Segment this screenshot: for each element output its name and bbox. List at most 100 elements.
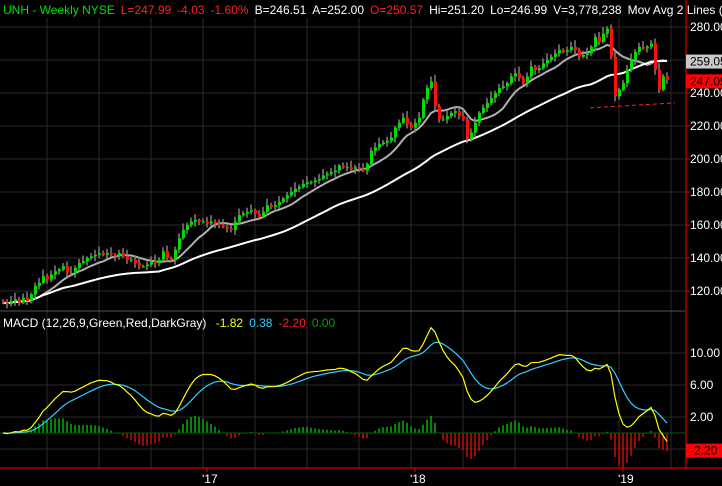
candle-up xyxy=(290,192,293,196)
candle-up xyxy=(74,267,77,273)
candle-up xyxy=(142,266,145,268)
candle-up xyxy=(242,213,245,216)
candle-up xyxy=(86,258,89,262)
candle-down xyxy=(562,50,565,52)
time-tick-label: '19 xyxy=(618,472,634,486)
candle-up xyxy=(158,259,161,263)
candle-up xyxy=(314,180,317,183)
candle-up xyxy=(634,51,637,60)
candle-up xyxy=(454,111,457,113)
candle-up xyxy=(106,253,109,255)
candle-up xyxy=(550,56,553,60)
candle-down xyxy=(138,262,141,267)
candle-up xyxy=(326,173,329,176)
candle-up xyxy=(310,182,313,184)
last-price: L=247.99 xyxy=(120,3,172,17)
candle-up xyxy=(514,73,517,77)
price-tick-label: 120.00 xyxy=(690,284,722,298)
candle-down xyxy=(342,165,345,168)
candle-down xyxy=(598,36,601,42)
candle-up xyxy=(78,262,81,268)
price-tick-label: 160.00 xyxy=(690,218,722,232)
candle-up xyxy=(298,187,301,189)
open: O=250.57 xyxy=(370,3,424,17)
candle-down xyxy=(230,228,233,230)
candle-up xyxy=(370,150,373,164)
candle-up xyxy=(58,269,61,272)
candle-down xyxy=(350,167,353,169)
candle-up xyxy=(546,60,549,64)
candle-down xyxy=(434,81,437,107)
macd-header: MACD (12,26,9,Green,Red,DarkGray) -1.82 0… xyxy=(3,316,341,330)
candle-up xyxy=(626,69,629,84)
candle-up xyxy=(82,261,85,263)
candle-up xyxy=(274,205,277,207)
time-tick-label: '17 xyxy=(202,472,218,486)
change: -4.03 xyxy=(177,3,205,17)
macd-panel xyxy=(0,326,685,468)
candle-down xyxy=(198,220,201,222)
candle-up xyxy=(150,261,153,265)
candle-up xyxy=(174,249,177,260)
candle-down xyxy=(406,117,409,125)
candle-up xyxy=(318,178,321,181)
time-tick-label: '18 xyxy=(410,472,426,486)
candle-up xyxy=(474,122,477,133)
candle-down xyxy=(126,256,129,260)
price-tick-label: 220.00 xyxy=(690,119,722,133)
candle-up xyxy=(498,88,501,93)
candle-up xyxy=(62,266,65,270)
candle-up xyxy=(482,107,485,113)
candle-up xyxy=(146,264,149,267)
candle-up xyxy=(590,46,593,54)
price-header: UNH - Weekly NYSE L=247.99 -4.03 -1.60% B=24… xyxy=(3,3,722,17)
candle-up xyxy=(478,112,481,123)
candle-up xyxy=(530,66,533,77)
bid: B=246.51 xyxy=(254,3,307,17)
candle-up xyxy=(494,93,497,98)
candle-down xyxy=(358,167,361,169)
candle-up xyxy=(414,122,417,128)
candle-down xyxy=(462,116,465,120)
candle-up xyxy=(386,140,389,143)
candle-up xyxy=(338,165,341,171)
low: Lo=246.99 xyxy=(490,3,548,17)
candle-down xyxy=(18,299,21,303)
candle-up xyxy=(286,195,289,199)
candle-up xyxy=(294,188,297,192)
candle-down xyxy=(134,259,137,263)
candle-down xyxy=(458,111,461,117)
candle-up xyxy=(506,83,509,87)
candle-down xyxy=(154,261,157,263)
candle-up xyxy=(54,271,57,275)
candle-up xyxy=(30,294,33,301)
candle-up xyxy=(638,46,641,52)
candle-down xyxy=(410,124,413,128)
candle-up xyxy=(422,99,425,118)
candle-up xyxy=(98,253,101,255)
macd-value-label: -2.20 xyxy=(690,444,718,458)
candle-up xyxy=(322,175,325,179)
candle-up xyxy=(250,210,253,212)
candle-down xyxy=(578,50,581,57)
candle-down xyxy=(654,43,657,70)
price-tick-label: 140.00 xyxy=(690,251,722,265)
candle-up xyxy=(378,144,381,148)
candle-up xyxy=(182,229,185,239)
candle-up xyxy=(442,119,445,121)
axes: 280.00240.00220.00200.00180.00160.00140.… xyxy=(0,0,722,486)
price-tick-label: 180.00 xyxy=(690,185,722,199)
support-trendline xyxy=(589,102,676,109)
candle-up xyxy=(490,97,493,103)
candlesticks xyxy=(2,24,669,309)
candle-up xyxy=(630,60,633,70)
signal-value: 0.38 xyxy=(249,316,273,330)
candle-down xyxy=(610,28,613,57)
chart-canvas[interactable]: 280.00240.00220.00200.00180.00160.00140.… xyxy=(0,0,722,486)
candle-up xyxy=(394,127,397,138)
candle-down xyxy=(574,46,577,51)
candle-up xyxy=(94,254,97,257)
candle-down xyxy=(518,73,521,79)
candle-up xyxy=(210,221,213,224)
macd-tick-label: 10.00 xyxy=(690,346,720,360)
